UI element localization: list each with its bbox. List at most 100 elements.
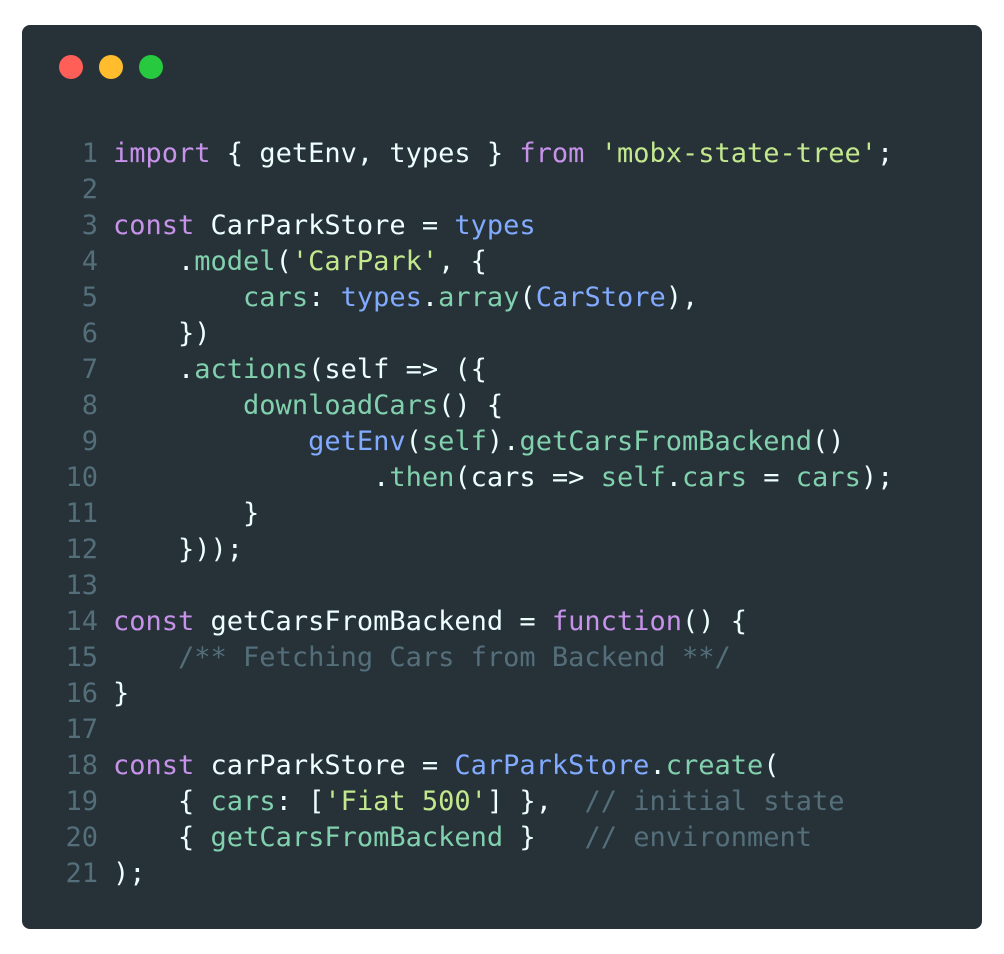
line-code: /** Fetching Cars from Backend **/ [113, 640, 731, 676]
code-token: create [665, 750, 764, 781]
line-number: 3 [81, 210, 98, 241]
code-line: 15 /** Fetching Cars from Backend **/ [22, 640, 893, 676]
code-window: 1 import { getEnv, types } from 'mobx-sta… [22, 25, 982, 929]
line-code: cars: types.array(CarStore), [113, 280, 698, 316]
code-token: 'Fiat 500' [324, 786, 487, 817]
code-line: 18 const carParkStore = CarParkStore.crea… [22, 748, 893, 784]
code-token: /** Fetching Cars from Backend **/ [178, 642, 731, 673]
line-code: }) [113, 316, 211, 352]
code-token: ( [519, 282, 536, 313]
maximize-button[interactable] [139, 55, 163, 79]
line-code: } [113, 496, 259, 532]
code-line: 5 cars: types.array(CarStore), [22, 280, 893, 316]
code-line: 17 [22, 712, 893, 748]
code-line: 19 { cars: ['Fiat 500'] }, // initial st… [22, 784, 893, 820]
code-token: ), [665, 282, 699, 313]
code-token: downloadCars [243, 390, 439, 421]
line-number: 1 [81, 138, 98, 169]
line-code: const getCarsFromBackend = function() { [113, 604, 747, 640]
code-token: 'CarPark' [291, 246, 439, 277]
code-token: cars [681, 462, 748, 493]
code-token: const [113, 210, 195, 241]
code-token: . [113, 246, 195, 277]
code-token: types [340, 282, 422, 313]
code-token: getEnv [308, 426, 406, 457]
line-number: 9 [81, 426, 98, 457]
line-code: const CarParkStore = types [113, 208, 536, 244]
code-token: : [ [275, 786, 325, 817]
code-token: import [113, 138, 211, 169]
code-token: CarParkStore [454, 750, 650, 781]
line-number: 18 [65, 750, 98, 781]
line-code: } [113, 676, 129, 712]
code-token: , { [438, 246, 487, 277]
code-line: 16} [22, 676, 893, 712]
code-line: 2 [22, 172, 893, 208]
line-number: 16 [65, 678, 98, 709]
minimize-button[interactable] [99, 55, 123, 79]
code-token: model [194, 246, 276, 277]
line-code: const carParkStore = CarParkStore.create… [113, 748, 780, 784]
code-line: 8 downloadCars() { [22, 388, 893, 424]
code-token: } [113, 678, 130, 709]
code-token: })); [113, 534, 244, 565]
code-token: from [519, 138, 585, 169]
code-line: 20 { getCarsFromBackend } // environment [22, 820, 893, 856]
code-token: { [113, 822, 211, 853]
code-token: . [113, 354, 195, 385]
code-line: 10 .then(cars => self.cars = cars); [22, 460, 893, 496]
code-token: carParkStore = [194, 750, 455, 781]
code-token: // initial state [584, 786, 845, 817]
line-code: .actions(self => ({ [113, 352, 487, 388]
code-editor[interactable]: 1 import { getEnv, types } from 'mobx-sta… [22, 136, 893, 892]
code-line: 7 .actions(self => ({ [22, 352, 893, 388]
code-token: // environment [584, 822, 813, 853]
line-number: 10 [65, 462, 98, 493]
line-number: 13 [65, 570, 98, 601]
line-code: { getCarsFromBackend } // environment [113, 820, 812, 856]
line-number: 11 [65, 498, 98, 529]
code-token: types [454, 210, 536, 241]
code-line: 21); [22, 856, 893, 892]
code-line: 14 const getCarsFromBackend = function() … [22, 604, 893, 640]
code-token: CarStore [535, 282, 666, 313]
code-token: CarParkStore = [194, 210, 455, 241]
line-code: import { getEnv, types } from 'mobx-stat… [113, 136, 893, 172]
code-token: } [113, 498, 260, 529]
code-token: }) [113, 318, 211, 349]
line-code: .then(cars => self.cars = cars); [113, 460, 893, 496]
code-token: . [113, 462, 390, 493]
line-number: 6 [81, 318, 98, 349]
code-line: 9 getEnv(self).getCarsFromBackend() [22, 424, 893, 460]
code-token: () { [438, 390, 504, 421]
line-number: 20 [65, 822, 98, 853]
line-number: 5 [81, 282, 98, 313]
code-token: : [308, 282, 341, 313]
code-token: ( [275, 246, 292, 277]
code-token: self [600, 462, 666, 493]
code-token: cars [243, 282, 309, 313]
code-token: ). [486, 426, 520, 457]
code-token: const [113, 750, 195, 781]
code-token: cars [795, 462, 861, 493]
line-number: 7 [81, 354, 98, 385]
code-token: 'mobx-state-tree' [600, 138, 878, 169]
code-token: function [551, 606, 682, 637]
line-code: .model('CarPark', { [113, 244, 487, 280]
code-token: ( [405, 426, 422, 457]
code-token: ; [877, 138, 894, 169]
line-number: 19 [65, 786, 98, 817]
line-number: 14 [65, 606, 98, 637]
code-token: (cars => [454, 462, 601, 493]
close-button[interactable] [59, 55, 83, 79]
code-token: } [503, 822, 585, 853]
code-token: () { [681, 606, 747, 637]
code-token: array [438, 282, 520, 313]
code-line: 4 .model('CarPark', { [22, 244, 893, 280]
code-token: (self => ({ [308, 354, 487, 385]
line-number: 21 [65, 858, 98, 889]
